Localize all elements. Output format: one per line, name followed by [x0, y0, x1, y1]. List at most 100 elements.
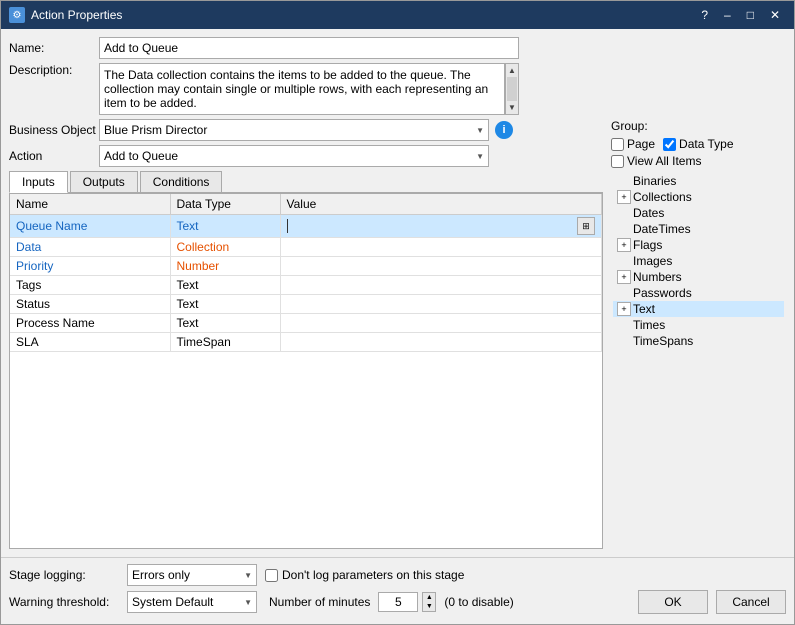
- tree-item[interactable]: DateTimes: [613, 221, 784, 237]
- row-type-cell: Text: [170, 215, 280, 238]
- minimize-button[interactable]: –: [718, 5, 737, 25]
- left-panel: Business Object Blue Prism Director ▼ i …: [9, 119, 603, 549]
- table-row[interactable]: DataCollection: [10, 238, 602, 257]
- datatype-checkbox[interactable]: [663, 138, 676, 151]
- help-button[interactable]: ?: [695, 5, 714, 25]
- close-button[interactable]: ✕: [764, 5, 786, 25]
- tree-item[interactable]: Images: [613, 253, 784, 269]
- right-panel: Group: Page Data Type View All Items: [611, 119, 786, 549]
- checkbox-row-2: View All Items: [611, 154, 786, 168]
- row-name-cell: Priority: [10, 257, 170, 276]
- scroll-track: [507, 77, 517, 101]
- datatype-label: Data Type: [679, 137, 733, 151]
- row-name-cell: Data: [10, 238, 170, 257]
- name-input[interactable]: [99, 37, 519, 59]
- warning-threshold-combo[interactable]: System Default ▼: [127, 591, 257, 613]
- row-type-cell: Collection: [170, 238, 280, 257]
- ok-button[interactable]: OK: [638, 590, 708, 614]
- scroll-down-arrow[interactable]: ▼: [506, 101, 518, 114]
- row-name-cell: Status: [10, 295, 170, 314]
- tree-label: Binaries: [633, 174, 676, 188]
- tree-label: TimeSpans: [633, 334, 693, 348]
- inputs-table: Name Data Type Value Queue NameText⊞Data…: [10, 194, 602, 352]
- warning-threshold-arrow: ▼: [244, 598, 252, 607]
- spinner-down[interactable]: ▼: [423, 602, 435, 611]
- action-combo[interactable]: Add to Queue ▼: [99, 145, 489, 167]
- stage-logging-row: Stage logging: Errors only ▼ Don't log p…: [9, 564, 786, 586]
- window-icon: ⚙: [9, 7, 25, 23]
- row-value-cell: [280, 314, 602, 333]
- business-object-row: Business Object Blue Prism Director ▼ i: [9, 119, 603, 141]
- row-value-cell: [280, 333, 602, 352]
- tree-expander[interactable]: +: [617, 238, 631, 252]
- tree-label: Text: [633, 302, 655, 316]
- table-row[interactable]: TagsText: [10, 276, 602, 295]
- tree-expander[interactable]: +: [617, 270, 631, 284]
- scroll-up-arrow[interactable]: ▲: [506, 64, 518, 77]
- business-object-combo[interactable]: Blue Prism Director ▼: [99, 119, 489, 141]
- cancel-button[interactable]: Cancel: [716, 590, 786, 614]
- description-scrollbar[interactable]: ▲ ▼: [505, 63, 519, 115]
- table-row[interactable]: PriorityNumber: [10, 257, 602, 276]
- maximize-button[interactable]: □: [741, 5, 760, 25]
- tree-item[interactable]: +Flags: [613, 237, 784, 253]
- row-type-cell: Text: [170, 295, 280, 314]
- row-value-cell: ⊞: [280, 215, 602, 238]
- minutes-spinner[interactable]: ▲ ▼: [422, 592, 436, 612]
- tree-item[interactable]: Dates: [613, 205, 784, 221]
- window-controls: ? – □ ✕: [695, 5, 786, 25]
- type-tree: Binaries+CollectionsDates DateTimes+Flags…: [611, 171, 786, 549]
- calc-button[interactable]: ⊞: [577, 217, 595, 235]
- dont-log-checkbox[interactable]: [265, 569, 278, 582]
- table-row[interactable]: Queue NameText⊞: [10, 215, 602, 238]
- description-label: Description:: [9, 63, 99, 77]
- window-title: Action Properties: [31, 8, 695, 22]
- viewall-checkbox[interactable]: [611, 155, 624, 168]
- tree-spacer: [617, 254, 631, 268]
- table-row[interactable]: SLATimeSpan: [10, 333, 602, 352]
- col-value: Value: [280, 194, 602, 215]
- page-checkbox[interactable]: [611, 138, 624, 151]
- action-label: Action: [9, 149, 99, 163]
- row-name-cell: Process Name: [10, 314, 170, 333]
- viewall-checkbox-item: View All Items: [611, 154, 701, 168]
- tree-label: DateTimes: [633, 222, 691, 236]
- warning-threshold-label: Warning threshold:: [9, 595, 119, 609]
- table-row[interactable]: StatusText: [10, 295, 602, 314]
- title-bar: ⚙ Action Properties ? – □ ✕: [1, 1, 794, 29]
- tree-spacer: [617, 318, 631, 332]
- tree-item[interactable]: Times: [613, 317, 784, 333]
- tree-spacer: [617, 206, 631, 220]
- tree-item[interactable]: Passwords: [613, 285, 784, 301]
- stage-logging-combo[interactable]: Errors only ▼: [127, 564, 257, 586]
- table-row[interactable]: Process NameText: [10, 314, 602, 333]
- business-object-arrow: ▼: [476, 126, 484, 135]
- info-icon[interactable]: i: [495, 121, 513, 139]
- tree-item[interactable]: TimeSpans: [613, 333, 784, 349]
- col-datatype: Data Type: [170, 194, 280, 215]
- tree-item[interactable]: +Collections: [613, 189, 784, 205]
- col-name: Name: [10, 194, 170, 215]
- tree-item[interactable]: Binaries: [613, 173, 784, 189]
- page-label: Page: [627, 137, 655, 151]
- row-type-cell: TimeSpan: [170, 333, 280, 352]
- tree-label: Dates: [633, 206, 664, 220]
- tab-outputs[interactable]: Outputs: [70, 171, 138, 192]
- tab-conditions[interactable]: Conditions: [140, 171, 223, 192]
- tree-expander[interactable]: +: [617, 190, 631, 204]
- tab-inputs[interactable]: Inputs: [9, 171, 68, 193]
- row-value-cell: [280, 257, 602, 276]
- tree-item[interactable]: +Numbers: [613, 269, 784, 285]
- spinner-up[interactable]: ▲: [423, 593, 435, 602]
- description-row: Description: The Data collection contain…: [9, 63, 786, 115]
- tree-spacer: [617, 286, 631, 300]
- tree-expander[interactable]: +: [617, 302, 631, 316]
- action-arrow: ▼: [476, 152, 484, 161]
- tree-item[interactable]: +Text: [613, 301, 784, 317]
- content-area: Name: Description: The Data collection c…: [1, 29, 794, 557]
- dont-log-label: Don't log parameters on this stage: [282, 568, 464, 582]
- name-label: Name:: [9, 41, 99, 55]
- minutes-input[interactable]: [378, 592, 418, 612]
- tree-label: Images: [633, 254, 672, 268]
- description-text[interactable]: The Data collection contains the items t…: [99, 63, 505, 115]
